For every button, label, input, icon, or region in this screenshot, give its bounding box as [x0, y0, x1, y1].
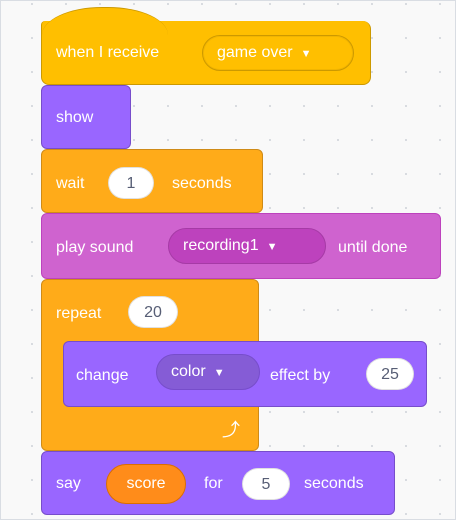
wait-seconds-input[interactable]: 1 — [108, 167, 154, 199]
play-sound-label: play sound — [56, 239, 134, 256]
sound-dropdown[interactable]: recording1 ▼ — [168, 228, 326, 264]
play-sound-until-done-block[interactable]: play sound recording1 ▼ until done — [41, 213, 441, 279]
effect-amount-input[interactable]: 25 — [366, 358, 414, 390]
say-seconds-input[interactable]: 5 — [242, 468, 290, 500]
wait-label: wait — [56, 175, 85, 192]
repeat-label: repeat — [56, 305, 102, 322]
when-i-receive-label: when I receive — [56, 44, 160, 61]
sound-value: recording1 — [183, 237, 259, 254]
effect-dropdown[interactable]: color ▼ — [156, 354, 260, 390]
when-i-receive-block[interactable]: when I receive game over ▼ — [41, 7, 371, 85]
change-effect-block[interactable]: change color ▼ effect by 25 — [63, 341, 427, 407]
message-dropdown[interactable]: game over ▼ — [202, 35, 354, 71]
change-label: change — [76, 367, 129, 384]
script-canvas: when I receive game over ▼ show wait 1 se… — [0, 0, 456, 520]
dropdown-caret-icon: ▼ — [213, 367, 225, 379]
hat-cap — [42, 7, 168, 38]
show-label: show — [56, 109, 94, 126]
until-done-label: until done — [338, 239, 408, 256]
wait-seconds-label: seconds — [172, 175, 232, 192]
wait-block[interactable]: wait 1 seconds — [41, 149, 263, 213]
effect-by-label: effect by — [270, 367, 331, 384]
say-for-seconds-block[interactable]: say score for 5 seconds — [41, 451, 395, 515]
loop-arrow-icon: ⤴ — [222, 420, 240, 440]
dropdown-caret-icon: ▼ — [300, 48, 312, 60]
score-reporter[interactable]: score — [106, 464, 186, 504]
show-block[interactable]: show — [41, 85, 131, 149]
message-value: game over — [217, 44, 293, 61]
say-label: say — [56, 475, 81, 492]
repeat-count-input[interactable]: 20 — [128, 296, 178, 328]
for-label: for — [204, 475, 223, 492]
dropdown-caret-icon: ▼ — [266, 241, 278, 253]
effect-value: color — [171, 363, 206, 380]
say-seconds-label: seconds — [304, 475, 364, 492]
